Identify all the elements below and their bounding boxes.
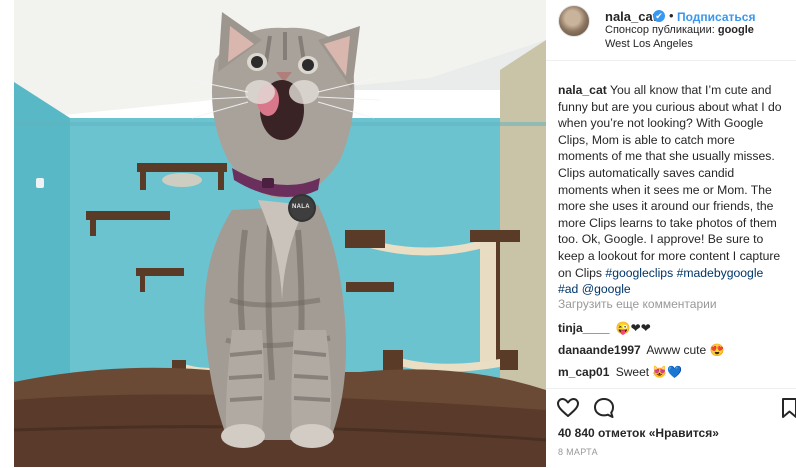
follow-button[interactable]: Подписаться bbox=[677, 10, 755, 24]
comment-username[interactable]: tinja____ bbox=[558, 321, 609, 335]
caption-username[interactable]: nala_cat bbox=[558, 83, 607, 97]
post-header: nala_cat ✔ • Подписаться Спонсор публика… bbox=[546, 0, 796, 61]
comment-text: Awww cute 😍 bbox=[646, 343, 725, 357]
heart-icon[interactable] bbox=[556, 396, 580, 420]
caption-text: You all know that I’m cute and funny but… bbox=[558, 83, 782, 280]
comment-username[interactable]: danaande1997 bbox=[558, 343, 641, 357]
avatar[interactable] bbox=[558, 5, 590, 37]
load-more-comments-button[interactable]: Загрузить еще комментарии bbox=[558, 297, 717, 311]
post-photo[interactable]: NALA bbox=[0, 0, 546, 467]
comment-text: 😜❤❤ bbox=[615, 321, 651, 335]
sponsored-label: Спонсор публикации: google bbox=[605, 24, 754, 36]
post-side-panel: nala_cat ✔ • Подписаться Спонсор публика… bbox=[546, 0, 796, 467]
post-caption: nala_cat You all know that I’m cute and … bbox=[558, 82, 786, 298]
caption-mention[interactable]: @google bbox=[582, 282, 631, 296]
comment-item: tinja____ 😜❤❤ bbox=[558, 321, 651, 335]
location-link[interactable]: West Los Angeles bbox=[605, 38, 693, 50]
collar-tag-text: NALA bbox=[292, 204, 310, 210]
comment-item: m_cap01 Sweet 😻💙 bbox=[558, 365, 682, 379]
bookmark-icon[interactable] bbox=[780, 396, 796, 420]
sponsor-name-link[interactable]: google bbox=[718, 24, 754, 36]
header-separator: • bbox=[669, 8, 674, 23]
post-date[interactable]: 8 МАРТА bbox=[558, 447, 598, 457]
sponsor-prefix: Спонсор публикации: bbox=[605, 24, 715, 36]
verified-badge-icon: ✔ bbox=[653, 10, 665, 22]
likes-count[interactable]: 40 840 отметок «Нравится» bbox=[558, 426, 719, 440]
comments-section: nala_cat You all know that I’m cute and … bbox=[546, 60, 796, 388]
comment-item: danaande1997 Awww cute 😍 bbox=[558, 343, 724, 357]
comment-bubble-icon[interactable] bbox=[592, 396, 616, 420]
cat-photo-illustration bbox=[0, 0, 546, 467]
comment-text: Sweet 😻💙 bbox=[615, 365, 683, 379]
post-actions-bar: 40 840 отметок «Нравится» 8 МАРТА bbox=[546, 388, 796, 468]
author-username[interactable]: nala_cat bbox=[605, 9, 657, 24]
comment-username[interactable]: m_cap01 bbox=[558, 365, 609, 379]
